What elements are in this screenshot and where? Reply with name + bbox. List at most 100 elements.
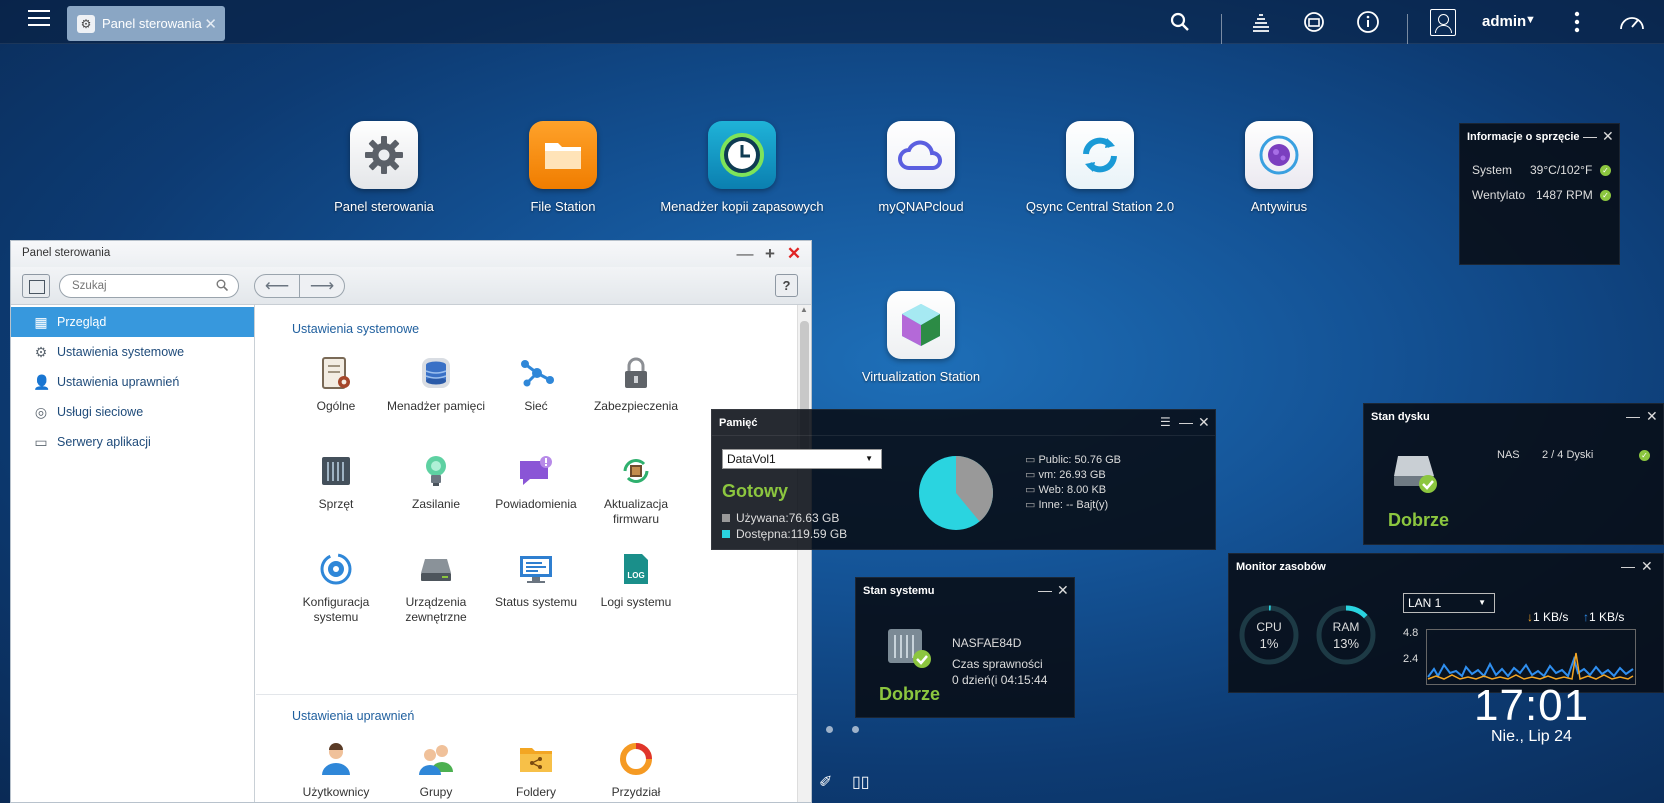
cp-item-notifications[interactable]: Powiadomienia xyxy=(481,451,591,512)
minimize-icon[interactable]: — xyxy=(1583,128,1597,144)
chevron-up-icon[interactable]: ▲ xyxy=(800,305,808,314)
cp-item-external-devices[interactable]: Urządzenia zewnętrzne xyxy=(381,549,491,625)
app-virtualization-station[interactable]: Virtualization Station xyxy=(836,291,1006,386)
volume-select[interactable]: DataVol1 ▼ xyxy=(722,449,882,469)
scrollbar[interactable]: ▲ xyxy=(797,305,811,802)
taskbar-tab-control-panel[interactable]: ⚙ Panel sterowania ✕ xyxy=(67,6,225,41)
maximize-icon[interactable]: + xyxy=(761,244,779,264)
free-label: Dostępna:119.59 GB xyxy=(736,527,848,541)
sidebar-item-privilege-settings[interactable]: 👤 Ustawienia uprawnień xyxy=(11,367,254,397)
app-file-station[interactable]: File Station xyxy=(478,121,648,216)
page-dot[interactable] xyxy=(826,726,833,733)
pin-icon[interactable]: ✐ xyxy=(819,772,832,792)
download-series-line xyxy=(1427,652,1634,681)
back-arrow-icon[interactable]: ⟵ xyxy=(255,275,299,297)
control-panel-window: Panel sterowania — + ✕ ⟵ ⟶ ? ▦ Przegląd … xyxy=(10,240,812,803)
cp-item-system-status[interactable]: Status systemu xyxy=(481,549,591,610)
dashboard-icon[interactable] xyxy=(1617,10,1647,34)
cp-item-system-logs[interactable]: LOG Logi systemu xyxy=(581,549,691,610)
help-button[interactable]: ? xyxy=(775,274,798,297)
close-icon[interactable]: ✕ xyxy=(1602,128,1614,145)
grid-icon: ▦ xyxy=(34,314,48,330)
search-icon[interactable] xyxy=(1168,10,1192,34)
minimize-icon[interactable]: — xyxy=(1038,582,1052,598)
app-qsync[interactable]: Qsync Central Station 2.0 xyxy=(1015,121,1185,216)
view-mode-icon[interactable] xyxy=(22,274,50,298)
user-name[interactable]: admin xyxy=(1482,13,1526,30)
chevron-down-icon[interactable]: ▼ xyxy=(1525,14,1536,26)
lan-select[interactable]: LAN 1 ▼ xyxy=(1403,593,1495,613)
minimize-icon[interactable]: — xyxy=(1179,414,1193,430)
cp-item-label: Konfiguracja systemu xyxy=(302,595,370,624)
cp-item-hardware[interactable]: Sprzęt xyxy=(281,451,391,512)
sidebar-item-label: Usługi sieciowe xyxy=(57,405,144,419)
clock-date: Nie., Lip 24 xyxy=(1491,728,1572,745)
app-control-panel[interactable]: Panel sterowania xyxy=(299,121,469,216)
hardware-row-value: 39°C/102°F xyxy=(1530,163,1593,177)
info-icon[interactable] xyxy=(1356,10,1380,34)
close-icon[interactable]: ✕ xyxy=(1057,582,1069,599)
cp-item-storage-manager[interactable]: Menadżer pamięci xyxy=(381,353,491,414)
main-menu-icon[interactable] xyxy=(28,10,50,30)
more-options-icon[interactable] xyxy=(1565,10,1589,34)
gear-icon xyxy=(350,121,418,189)
volume-status: Gotowy xyxy=(722,481,788,501)
folder-usage-item: ▭ Inne: -- Bajt(y) xyxy=(1025,498,1121,513)
search-icon[interactable] xyxy=(216,279,229,294)
chevron-down-icon: ▼ xyxy=(1478,598,1486,607)
cloud-icon xyxy=(887,121,955,189)
app-antivirus[interactable]: Antywirus xyxy=(1194,121,1364,216)
navigation-buttons: ⟵ ⟶ xyxy=(254,274,345,298)
cp-item-security[interactable]: Zabezpieczenia xyxy=(581,353,691,414)
cp-item-shared-folders[interactable]: Foldery współdzielone xyxy=(481,739,591,802)
sidebar-item-overview[interactable]: ▦ Przegląd xyxy=(11,307,254,337)
close-icon[interactable]: ✕ xyxy=(785,244,803,264)
cp-item-user-groups[interactable]: Grupy użytkowników xyxy=(381,739,491,802)
minimize-icon[interactable]: — xyxy=(1621,558,1635,574)
folder-usage-text: vm: 26.93 GB xyxy=(1038,469,1106,481)
background-tasks-icon[interactable] xyxy=(1249,10,1273,34)
forward-arrow-icon[interactable]: ⟶ xyxy=(299,275,344,297)
cp-item-users[interactable]: Użytkownicy xyxy=(281,739,391,800)
cp-item-quota[interactable]: Przydział xyxy=(581,739,691,800)
hardware-row: System 39°C/102°F ✓ xyxy=(1472,163,1612,177)
firmware-update-icon xyxy=(616,451,656,491)
user-avatar-icon[interactable] xyxy=(1430,9,1456,36)
search-input[interactable] xyxy=(59,274,239,298)
close-icon[interactable]: ✕ xyxy=(1198,414,1210,431)
cp-item-general[interactable]: Ogólne xyxy=(281,353,391,414)
window-titlebar[interactable]: Panel sterowania — + ✕ xyxy=(11,241,811,267)
folder-usage-text: Inne: -- Bajt(y) xyxy=(1038,499,1109,511)
app-backup-manager[interactable]: Menadżer kopii zapasowych xyxy=(657,121,827,216)
section-title-system-settings: Ustawienia systemowe xyxy=(292,322,420,336)
cp-item-label: Zabezpieczenia xyxy=(593,399,679,413)
antivirus-icon xyxy=(1245,121,1313,189)
minimize-icon[interactable]: — xyxy=(1626,408,1640,424)
cp-item-system-config[interactable]: Konfiguracja systemu xyxy=(281,549,391,625)
external-drive-icon xyxy=(416,549,456,589)
app-label: Antywirus xyxy=(1250,199,1308,214)
page-dot[interactable] xyxy=(852,726,859,733)
close-icon[interactable]: ✕ xyxy=(204,15,217,33)
list-icon[interactable]: ☰ xyxy=(1160,415,1171,429)
cp-item-firmware-update[interactable]: Aktualizacja firmwaru xyxy=(581,451,691,527)
cp-item-network[interactable]: Sieć xyxy=(481,353,591,414)
sidebar-item-application-servers[interactable]: ▭ Serwery aplikacji xyxy=(11,427,254,457)
minimize-icon[interactable]: — xyxy=(736,244,754,264)
storage-widget: Pamięć ☰ — ✕ DataVol1 ▼ Gotowy Używana:7… xyxy=(711,409,1216,550)
sidebar-item-label: Ustawienia uprawnień xyxy=(57,375,180,389)
ram-label: RAM xyxy=(1332,620,1360,634)
sidebar-item-network-services[interactable]: ◎ Usługi sieciowe xyxy=(11,397,254,427)
cp-item-power[interactable]: Zasilanie xyxy=(381,451,491,512)
close-icon[interactable]: ✕ xyxy=(1641,558,1653,575)
check-icon: ✓ xyxy=(1600,165,1611,176)
book-icon[interactable]: ▯▯ xyxy=(852,772,870,792)
app-myqnapcloud[interactable]: myQNAPcloud xyxy=(836,121,1006,216)
close-icon[interactable]: ✕ xyxy=(1646,408,1658,425)
disk-count: 2 / 4 Dyski xyxy=(1542,449,1594,461)
upload-rate-value: 1 KB/s xyxy=(1589,610,1625,624)
external-device-icon[interactable] xyxy=(1302,10,1326,34)
section-title-privilege-settings: Ustawienia uprawnień xyxy=(292,709,415,723)
taskbar-tab-label: Panel sterowania xyxy=(102,16,202,31)
sidebar-item-system-settings[interactable]: ⚙ Ustawienia systemowe xyxy=(11,337,254,367)
